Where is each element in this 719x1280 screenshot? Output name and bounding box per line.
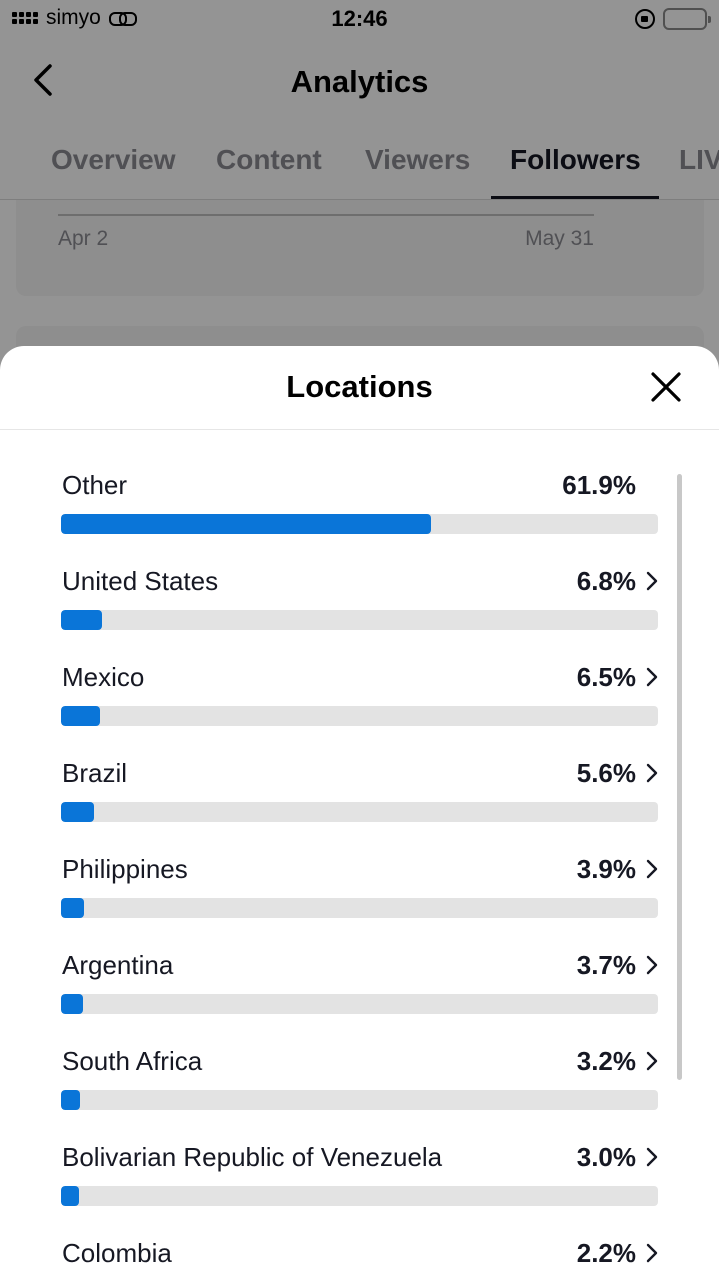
location-bar-track (61, 1186, 658, 1206)
location-name: Argentina (62, 950, 174, 980)
locations-sheet: Locations Other 61.9% United States 6.8%… (0, 346, 719, 1280)
location-bar-track (61, 1090, 658, 1110)
chevron-right-icon[interactable] (645, 954, 659, 976)
location-name: Philippines (62, 854, 188, 884)
location-bar-track (61, 994, 658, 1014)
location-row-south-africa[interactable]: South Africa 3.2% (0, 1026, 719, 1122)
location-bar-fill (61, 1090, 81, 1110)
location-bar-fill (61, 706, 100, 726)
close-icon (651, 372, 681, 402)
locations-list: Other 61.9% United States 6.8% Mexico 6.… (0, 450, 719, 1280)
location-percent: 5.6% (576, 758, 636, 788)
location-percent: 3.2% (576, 1046, 636, 1076)
location-row-argentina[interactable]: Argentina 3.7% (0, 930, 719, 1026)
location-name: Mexico (62, 662, 145, 692)
location-bar-fill (61, 898, 85, 918)
location-name: Brazil (62, 758, 128, 788)
sheet-header: Locations (0, 346, 719, 430)
location-bar-fill (61, 514, 431, 534)
location-bar-track (61, 514, 658, 534)
location-percent: 3.9% (576, 854, 636, 884)
location-percent: 3.0% (576, 1142, 636, 1172)
location-row-mexico[interactable]: Mexico 6.5% (0, 642, 719, 738)
location-row-venezuela[interactable]: Bolivarian Republic of Venezuela 3.0% (0, 1122, 719, 1218)
location-percent: 2.2% (576, 1238, 636, 1268)
chevron-right-icon[interactable] (645, 858, 659, 880)
location-percent: 61.9% (562, 470, 636, 500)
location-row-united-states[interactable]: United States 6.8% (0, 546, 719, 642)
location-row-brazil[interactable]: Brazil 5.6% (0, 738, 719, 834)
location-bar-fill (61, 610, 102, 630)
location-bar-fill (61, 1186, 79, 1206)
chevron-right-icon[interactable] (645, 1242, 659, 1264)
location-row-colombia[interactable]: Colombia 2.2% (0, 1218, 719, 1280)
location-bar-track (61, 898, 658, 918)
location-name: United States (62, 566, 219, 596)
chevron-right-icon[interactable] (645, 570, 659, 592)
location-bar-track (61, 706, 658, 726)
location-bar-fill (61, 994, 84, 1014)
chevron-right-icon[interactable] (645, 762, 659, 784)
location-row-philippines[interactable]: Philippines 3.9% (0, 834, 719, 930)
close-button[interactable] (649, 370, 683, 404)
location-percent: 6.8% (576, 566, 636, 596)
location-name: Colombia (62, 1238, 172, 1268)
location-percent: 6.5% (576, 662, 636, 692)
chevron-right-icon[interactable] (645, 1050, 659, 1072)
sheet-title: Locations (286, 369, 433, 404)
location-name: South Africa (62, 1046, 203, 1076)
chevron-right-icon[interactable] (645, 1146, 659, 1168)
location-row-other: Other 61.9% (0, 450, 719, 546)
location-bar-track (61, 610, 658, 630)
location-name: Bolivarian Republic of Venezuela (62, 1142, 443, 1172)
location-bar-track (61, 802, 658, 822)
sheet-scrollbar[interactable] (677, 474, 682, 1080)
location-name: Other (62, 470, 128, 500)
location-bar-fill (61, 802, 95, 822)
chevron-right-icon[interactable] (645, 666, 659, 688)
location-percent: 3.7% (576, 950, 636, 980)
